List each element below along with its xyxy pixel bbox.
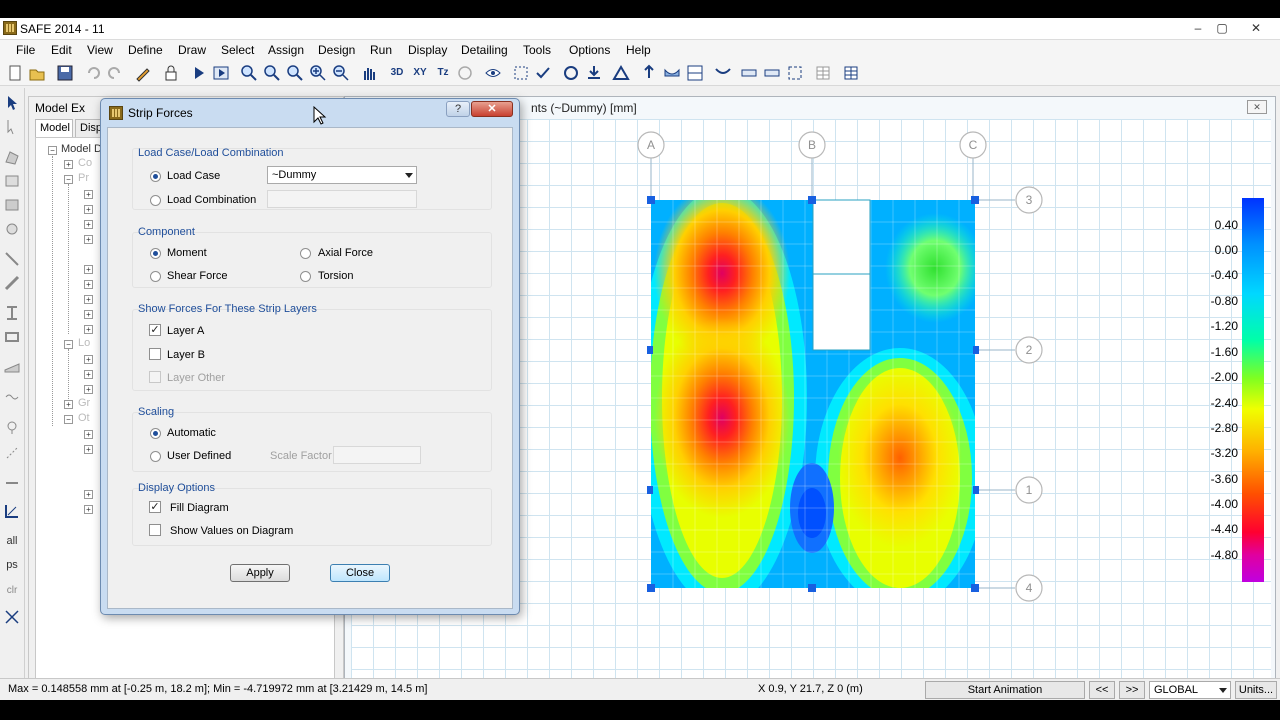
scaling-group <box>132 412 492 472</box>
load-case-label: Load Case <box>167 170 221 182</box>
user-defined-scaling-label: User Defined <box>167 450 232 462</box>
fill-diagram-checkbox[interactable]: ✓ <box>149 501 161 513</box>
dialog-help-button[interactable]: ? <box>446 101 470 117</box>
load-combination-label: Load Combination <box>167 194 257 206</box>
grid-label-y: 2 <box>1026 343 1033 357</box>
legend-value: -1.20 <box>1210 319 1238 333</box>
legend-value: -2.40 <box>1210 396 1238 410</box>
fill-diagram-label: Fill Diagram <box>170 502 229 514</box>
strip-layers-group-title: Show Forces For These Strip Layers <box>138 303 317 315</box>
shear-force-label: Shear Force <box>167 270 228 282</box>
coordinate-system-dropdown[interactable]: GLOBAL <box>1149 681 1231 699</box>
legend-value: -4.40 <box>1210 522 1238 536</box>
contour-legend-bar <box>1242 198 1264 582</box>
component-group-title: Component <box>138 226 195 238</box>
automatic-scaling-radio[interactable] <box>150 428 161 439</box>
safe-application: SAFE 2014 - 11 – ▢ ✕ File Edit View Defi… <box>0 18 1280 700</box>
previous-button[interactable]: << <box>1089 681 1115 699</box>
status-coordinates: X 0.9, Y 21.7, Z 0 (m) <box>758 683 863 695</box>
grid-label-y: 1 <box>1026 483 1033 497</box>
layer-other-label: Layer Other <box>167 372 226 384</box>
scaling-group-title: Scaling <box>138 406 175 418</box>
user-defined-scaling-radio[interactable] <box>150 451 161 462</box>
display-options-group <box>132 488 492 546</box>
layer-a-label: Layer A <box>167 325 205 337</box>
slab-opening <box>812 199 871 351</box>
units-button[interactable]: Units... <box>1235 681 1277 699</box>
strip-forces-dialog: Strip Forces ? ✕ Load Case/Load Combinat… <box>100 98 520 615</box>
status-bar: Max = 0.148558 mm at [-0.25 m, 18.2 m]; … <box>0 678 1280 700</box>
legend-value: -2.00 <box>1210 370 1238 384</box>
legend-value: -3.60 <box>1210 472 1238 486</box>
chevron-down-icon <box>405 173 413 178</box>
legend-value: 0.00 <box>1214 243 1238 257</box>
grid-label-x: C <box>969 138 978 152</box>
coordinate-system-value: GLOBAL <box>1154 684 1199 696</box>
legend-value: -1.60 <box>1210 345 1238 359</box>
dialog-title: Strip Forces <box>128 106 193 120</box>
grid-label-y: 4 <box>1026 581 1033 595</box>
load-case-value: ~Dummy <box>272 169 317 181</box>
show-values-label: Show Values on Diagram <box>170 525 294 537</box>
slab-contours <box>651 200 975 588</box>
torsion-radio[interactable] <box>300 271 311 282</box>
load-combination-radio[interactable] <box>150 195 161 206</box>
grid-label-x: B <box>808 138 816 152</box>
show-values-checkbox[interactable] <box>149 524 161 536</box>
legend-value: -0.40 <box>1210 268 1238 282</box>
layer-other-checkbox <box>149 371 161 383</box>
letterbox-bottom <box>0 700 1280 720</box>
torsion-label: Torsion <box>318 270 354 282</box>
legend-value: -2.80 <box>1210 421 1238 435</box>
load-combination-dropdown[interactable] <box>267 190 417 208</box>
moment-radio[interactable] <box>150 248 161 259</box>
display-options-group-title: Display Options <box>138 482 216 494</box>
dialog-body: Load Case/Load Combination Load Case ~Du… <box>107 127 513 609</box>
dialog-logo-icon <box>109 106 123 120</box>
chevron-down-icon <box>1219 688 1227 693</box>
shear-force-radio[interactable] <box>150 271 161 282</box>
layer-b-checkbox[interactable] <box>149 348 161 360</box>
legend-value: -3.20 <box>1210 446 1238 460</box>
load-case-radio[interactable] <box>150 171 161 182</box>
grid-label-y: 3 <box>1026 193 1033 207</box>
load-case-dropdown[interactable]: ~Dummy <box>267 166 417 184</box>
automatic-scaling-label: Automatic <box>167 427 216 439</box>
legend-value: -4.80 <box>1210 548 1238 562</box>
legend-value: -4.00 <box>1210 497 1238 511</box>
moment-label: Moment <box>167 247 207 259</box>
grid-label-x: A <box>647 138 655 152</box>
next-button[interactable]: >> <box>1119 681 1145 699</box>
axial-force-label: Axial Force <box>318 247 374 259</box>
letterbox-top <box>0 0 1280 18</box>
legend-value: -0.80 <box>1210 294 1238 308</box>
axial-force-radio[interactable] <box>300 248 311 259</box>
layer-b-label: Layer B <box>167 349 205 361</box>
scale-factor-label: Scale Factor <box>270 450 332 462</box>
load-case-group-title: Load Case/Load Combination <box>138 147 284 159</box>
mouse-cursor-icon <box>313 106 327 125</box>
scale-factor-input <box>333 446 421 464</box>
legend-value: 0.40 <box>1214 218 1238 232</box>
start-animation-button[interactable]: Start Animation <box>925 681 1085 699</box>
apply-button[interactable]: Apply <box>230 564 290 582</box>
close-button[interactable]: Close <box>330 564 390 582</box>
dialog-close-x-button[interactable]: ✕ <box>471 101 513 117</box>
status-extremes: Max = 0.148558 mm at [-0.25 m, 18.2 m]; … <box>8 683 428 695</box>
layer-a-checkbox[interactable]: ✓ <box>149 324 161 336</box>
